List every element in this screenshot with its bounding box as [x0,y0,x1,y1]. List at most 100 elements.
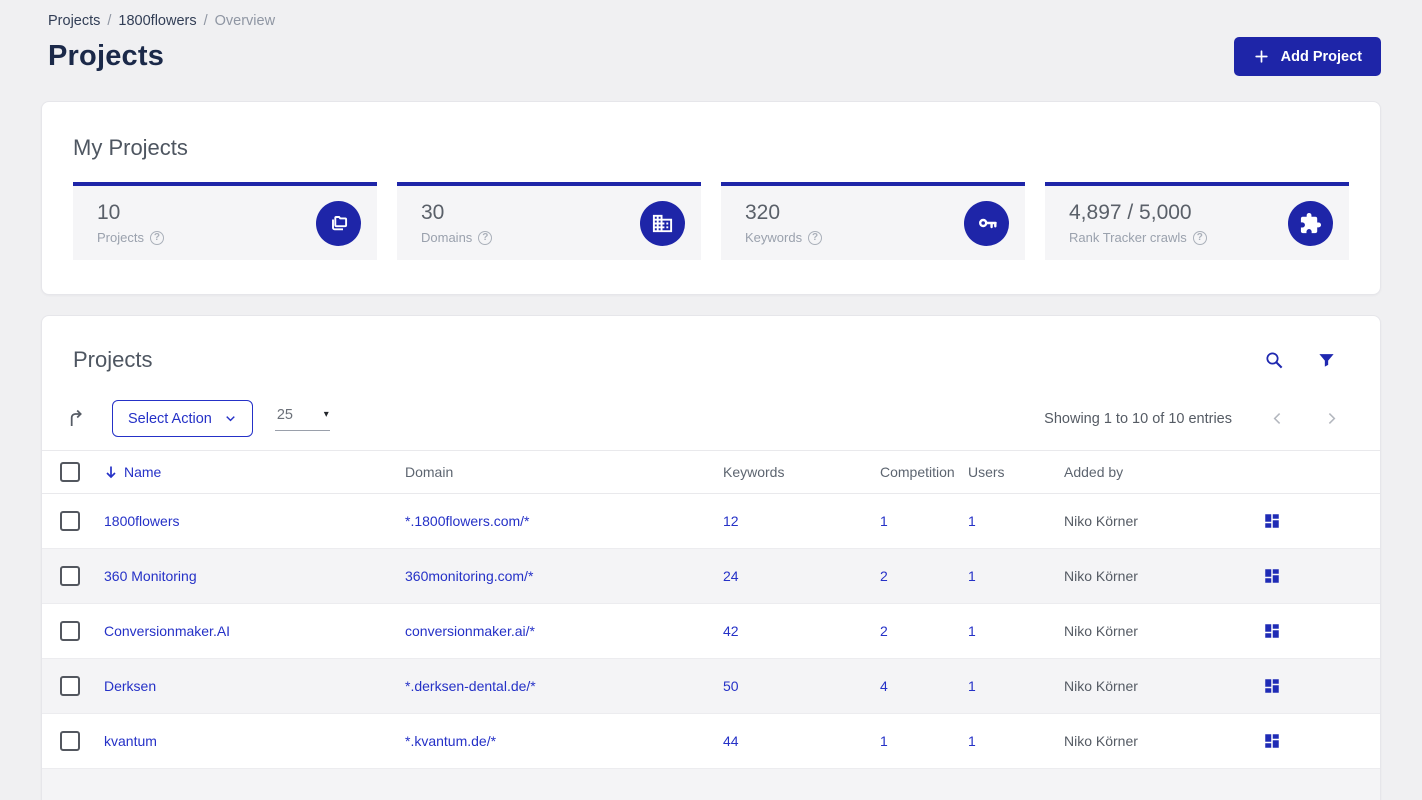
add-project-button[interactable]: Add Project [1233,37,1381,76]
dashboard-icon[interactable] [1263,567,1281,585]
pagination-next-icon[interactable] [1323,410,1340,427]
breadcrumb-current: Overview [214,13,276,29]
domains-label: Domains [421,230,473,245]
breadcrumb-separator: / [203,13,208,29]
pagination-prev-icon[interactable] [1269,410,1286,427]
table-row-partial [42,769,1380,800]
entries-status: Showing 1 to 10 of 10 entries [1044,410,1232,427]
row-checkbox[interactable] [60,511,80,531]
project-keywords-link[interactable]: 24 [723,568,739,584]
dashboard-icon[interactable] [1263,677,1281,695]
column-header-domain[interactable]: Domain [405,464,723,480]
page-size-value: 25 [276,406,293,423]
add-project-label: Add Project [1280,48,1362,65]
project-domain-link[interactable]: *.derksen-dental.de/* [405,678,536,694]
table-toolbar: Select Action 25 ▾ Showing 1 to 10 of 10… [42,400,1380,437]
page: Projects / 1800flowers / Overview Projec… [0,0,1422,800]
project-users-link[interactable]: 1 [968,513,976,529]
table-row: Derksen *.derksen-dental.de/* 50 4 1 Nik… [42,659,1380,714]
domains-icon [640,200,685,246]
project-keywords-link[interactable]: 42 [723,623,739,639]
stat-tile-keywords: 320 Keywords ? [721,182,1025,260]
search-icon[interactable] [1264,350,1284,370]
caret-down-icon: ▾ [323,409,329,420]
help-icon[interactable]: ? [1192,230,1207,245]
project-name-link[interactable]: Derksen [104,678,156,694]
projects-table: Name Domain Keywords Competition Users A… [42,450,1380,800]
sort-desc-icon [104,465,118,479]
row-checkbox[interactable] [60,566,80,586]
added-by: Niko Körner [1064,733,1138,749]
column-header-users[interactable]: Users [968,464,1064,480]
projects-label: Projects [97,230,144,245]
page-title: Projects [48,40,165,72]
dashboard-icon[interactable] [1263,732,1281,750]
table-header-row: Name Domain Keywords Competition Users A… [42,450,1380,494]
breadcrumb-separator: / [107,13,112,29]
column-header-added-by[interactable]: Added by [1064,464,1263,480]
table-row: 360 Monitoring 360monitoring.com/* 24 2 … [42,549,1380,604]
project-name-link[interactable]: Conversionmaker.AI [104,623,230,639]
help-icon[interactable]: ? [149,230,164,245]
project-domain-link[interactable]: conversionmaker.ai/* [405,623,535,639]
crawls-label: Rank Tracker crawls [1069,230,1187,245]
project-domain-link[interactable]: 360monitoring.com/* [405,568,533,584]
page-size-select[interactable]: 25 ▾ [274,406,330,431]
project-users-link[interactable]: 1 [968,623,976,639]
added-by: Niko Körner [1064,568,1138,584]
project-competition-link[interactable]: 2 [880,623,888,639]
keywords-count: 320 [745,201,781,224]
projects-table-card: Projects Select Action 25 ▾ Showing 1 to… [41,315,1381,800]
column-header-name[interactable]: Name [104,464,405,480]
row-checkbox[interactable] [60,731,80,751]
project-domain-link[interactable]: *.kvantum.de/* [405,733,496,749]
assign-arrow-icon[interactable] [66,408,87,429]
project-name-link[interactable]: 360 Monitoring [104,568,197,584]
help-icon[interactable]: ? [808,230,823,245]
domains-count: 30 [421,201,445,224]
added-by: Niko Körner [1064,513,1138,529]
puzzle-icon [1288,200,1333,246]
select-all-checkbox[interactable] [60,462,80,482]
project-users-link[interactable]: 1 [968,733,976,749]
table-row: 1800flowers *.1800flowers.com/* 12 1 1 N… [42,494,1380,549]
project-competition-link[interactable]: 4 [880,678,888,694]
table-row: kvantum *.kvantum.de/* 44 1 1 Niko Körne… [42,714,1380,769]
breadcrumb-projects[interactable]: Projects [48,13,100,29]
stat-tile-domains: 30 Domains ? [397,182,701,260]
dashboard-icon[interactable] [1263,512,1281,530]
column-header-keywords[interactable]: Keywords [723,464,880,480]
project-name-link[interactable]: kvantum [104,733,157,749]
breadcrumb-project-name[interactable]: 1800flowers [118,13,196,29]
project-keywords-link[interactable]: 12 [723,513,739,529]
keywords-label: Keywords [745,230,803,245]
stat-tiles: 10 Projects ? 30 Domains ? 320 Keywords … [73,182,1349,260]
chevron-down-icon [224,412,237,425]
project-competition-link[interactable]: 1 [880,513,888,529]
project-competition-link[interactable]: 2 [880,568,888,584]
project-competition-link[interactable]: 1 [880,733,888,749]
project-users-link[interactable]: 1 [968,678,976,694]
column-header-competition[interactable]: Competition [880,464,968,480]
project-keywords-link[interactable]: 50 [723,678,739,694]
row-checkbox[interactable] [60,621,80,641]
my-projects-title: My Projects [73,135,188,160]
crawls-count: 4,897 / 5,000 [1069,201,1192,224]
my-projects-card: My Projects 10 Projects ? 30 Domains ? 3… [41,101,1381,295]
added-by: Niko Körner [1064,678,1138,694]
plus-icon [1253,48,1270,65]
dashboard-icon[interactable] [1263,622,1281,640]
added-by: Niko Körner [1064,623,1138,639]
projects-count: 10 [97,201,121,224]
filter-icon[interactable] [1317,351,1336,370]
project-domain-link[interactable]: *.1800flowers.com/* [405,513,530,529]
project-users-link[interactable]: 1 [968,568,976,584]
project-keywords-link[interactable]: 44 [723,733,739,749]
project-name-link[interactable]: 1800flowers [104,513,180,529]
stat-tile-crawls: 4,897 / 5,000 Rank Tracker crawls ? [1045,182,1349,260]
select-action-dropdown[interactable]: Select Action [112,400,253,437]
table-row: Conversionmaker.AI conversionmaker.ai/* … [42,604,1380,659]
row-checkbox[interactable] [60,676,80,696]
select-action-label: Select Action [128,410,212,427]
help-icon[interactable]: ? [478,230,493,245]
